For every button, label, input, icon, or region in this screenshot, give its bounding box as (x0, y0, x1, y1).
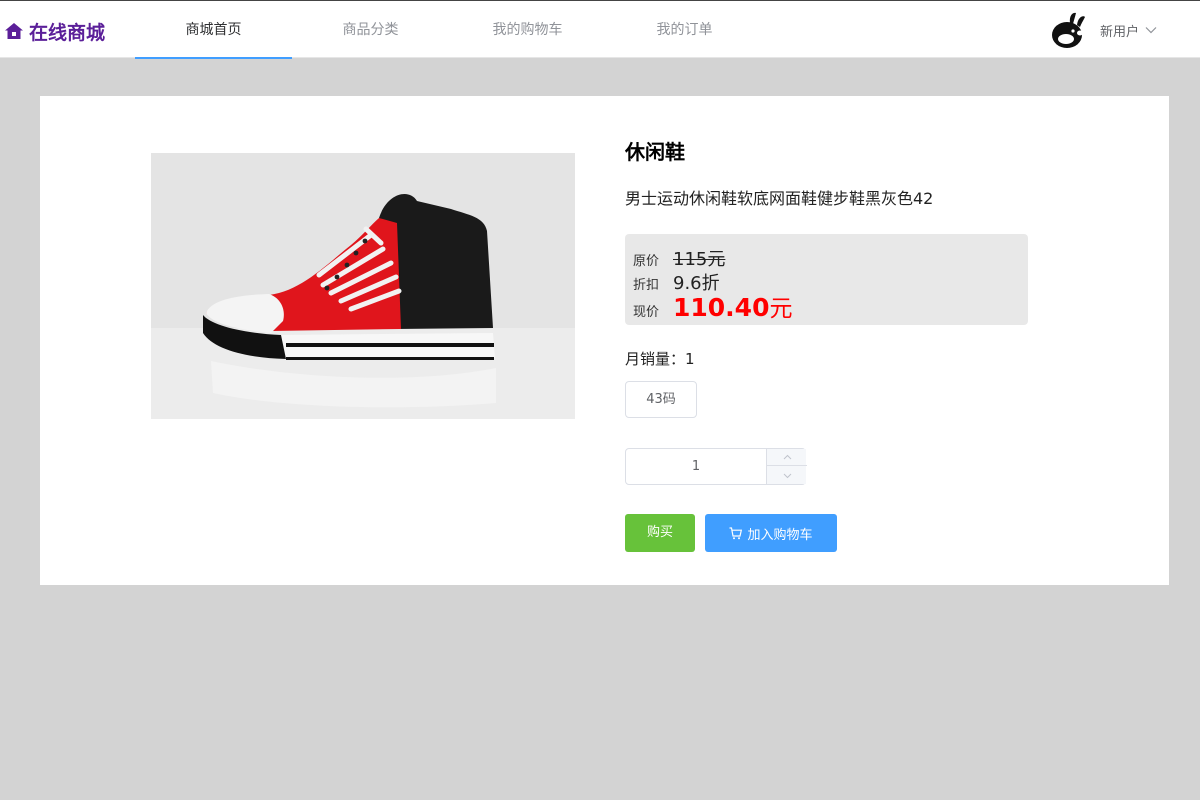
add-to-cart-button[interactable]: 加入购物车 (705, 514, 837, 552)
current-price: 110.40 (673, 293, 770, 322)
site-title: 在线商城 (29, 21, 106, 44)
top-nav-bar: 在线商城 商城首页 商品分类 我的购物车 我的订单 新用户 (0, 0, 1200, 59)
nav-item-home[interactable]: 商城首页 (135, 1, 292, 59)
chevron-up-icon (783, 454, 791, 460)
product-image (151, 153, 575, 419)
increase-button[interactable] (767, 449, 807, 466)
stepper-controls (766, 449, 807, 484)
monthly-sales-label: 月销量： (625, 350, 686, 368)
user-menu[interactable]: 新用户 (1050, 12, 1157, 48)
nav-item-categories[interactable]: 商品分类 (292, 1, 449, 58)
chevron-down-icon (783, 473, 791, 478)
product-detail-card: 休闲鞋 男士运动休闲鞋软底网面鞋健步鞋黑灰色42 原价 115元 折扣 9.6折… (40, 96, 1169, 585)
avatar (1052, 12, 1085, 48)
original-price: 115元 (673, 249, 726, 270)
quantity-input[interactable]: 1 (626, 449, 766, 484)
product-title: 休闲鞋 (625, 140, 685, 164)
product-description: 男士运动休闲鞋软底网面鞋健步鞋黑灰色42 (625, 189, 934, 208)
size-option-button[interactable]: 43码 (625, 381, 697, 418)
original-price-label: 原价 (633, 254, 660, 269)
sneaker-image (151, 153, 575, 419)
current-price-row: 现价 110.40 元 (633, 289, 792, 323)
current-price-unit: 元 (769, 296, 793, 322)
decrease-button[interactable] (767, 467, 807, 484)
user-name: 新用户 (1100, 24, 1140, 40)
cart-icon (729, 526, 743, 539)
buy-button[interactable]: 购买 (625, 514, 695, 552)
add-to-cart-label: 加入购物车 (747, 527, 813, 543)
original-price-row: 原价 115元 (633, 245, 725, 271)
home-icon (5, 23, 23, 39)
monthly-sales-value: 1 (685, 350, 695, 368)
monthly-sales: 月销量：1 (625, 348, 695, 369)
price-panel: 原价 115元 折扣 9.6折 现价 110.40 元 (625, 234, 1028, 325)
current-price-label: 现价 (633, 305, 660, 320)
product-info: 休闲鞋 男士运动休闲鞋软底网面鞋健步鞋黑灰色42 原价 115元 折扣 9.6折… (625, 96, 1125, 585)
chevron-down-icon (1145, 27, 1157, 34)
quantity-stepper[interactable]: 1 (625, 448, 807, 485)
nav-item-orders[interactable]: 我的订单 (606, 1, 763, 58)
nav-item-cart[interactable]: 我的购物车 (449, 1, 606, 58)
main-nav: 商城首页 商品分类 我的购物车 我的订单 (135, 1, 763, 59)
site-logo[interactable]: 在线商城 (4, 20, 106, 44)
